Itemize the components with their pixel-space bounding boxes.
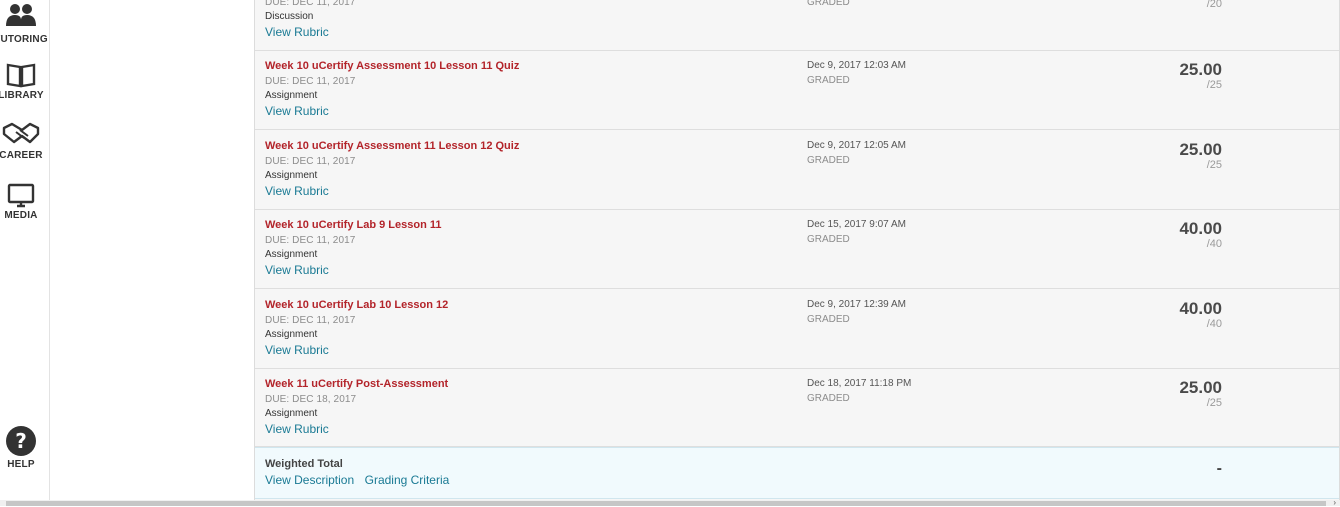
score-value: 40.00 [1179,219,1222,238]
grade-status: GRADED [807,314,850,325]
item-type: Assignment [265,408,318,419]
nav-help[interactable]: ? HELP [0,425,56,470]
assignment-title-link[interactable]: Week 11 uCertify Post-Assessment [265,377,448,391]
handshake-icon [0,120,56,148]
view-rubric-link[interactable]: View Rubric [265,24,329,40]
grade-row: Week 11 uCertify Post-Assessment DUE: DE… [255,369,1339,447]
nav-media[interactable]: MEDIA [0,180,56,221]
nav-library[interactable]: LIBRARY [0,60,56,101]
due-date: DUE: DEC 11, 2017 [265,315,356,326]
view-description-link[interactable]: View Description [265,472,354,488]
left-nav-rail: TUTORING LIBRARY CAREER MEDIA [0,0,50,506]
assignment-title-link[interactable]: Week 10 uCertify Lab 10 Lesson 12 [265,298,448,312]
weighted-total-value: - [1216,460,1222,477]
points-possible: /25 [1206,159,1222,171]
points-possible: /20 [1206,0,1222,10]
item-type: Assignment [265,90,318,101]
view-rubric-link[interactable]: View Rubric [265,103,329,119]
grades-list: DUE: DEC 11, 2017 Discussion View Rubric… [254,0,1340,500]
score-value: 40.00 [1179,299,1222,318]
weighted-total-row: Weighted Total View Description Grading … [255,447,1339,499]
nav-tutoring-label: TUTORING [0,34,48,45]
scroll-right-arrow-icon[interactable]: › [1333,499,1336,507]
view-rubric-link[interactable]: View Rubric [265,262,329,278]
submitted-date: Dec 9, 2017 12:05 AM [807,140,906,151]
item-type: Assignment [265,329,318,340]
view-rubric-link[interactable]: View Rubric [265,183,329,199]
due-date: DUE: DEC 11, 2017 [265,156,356,167]
svg-text:?: ? [15,429,27,453]
question-circle-icon: ? [0,425,56,457]
weighted-total-links: View Description Grading Criteria [265,471,455,489]
grade-row: Week 10 uCertify Lab 10 Lesson 12 DUE: D… [255,289,1339,369]
item-type: Assignment [265,249,318,260]
nav-help-label: HELP [7,459,35,470]
grade-status: GRADED [807,155,850,166]
book-icon [0,60,56,88]
view-rubric-link[interactable]: View Rubric [265,342,329,358]
assignment-title-link[interactable]: Week 10 uCertify Assessment 11 Lesson 12… [265,139,519,153]
grade-status: GRADED [807,0,850,8]
assignment-title-link[interactable]: Week 10 uCertify Assessment 10 Lesson 11… [265,59,519,73]
due-date: DUE: DEC 11, 2017 [265,235,356,246]
people-icon [0,2,56,28]
points-possible: /40 [1206,238,1222,250]
assignment-title-link[interactable]: Week 10 uCertify Lab 9 Lesson 11 [265,218,441,232]
score-value: 25.00 [1179,60,1222,79]
grade-row: Week 10 uCertify Lab 9 Lesson 11 DUE: DE… [255,210,1339,289]
score-value: 25.00 [1179,140,1222,159]
nav-library-label: LIBRARY [0,90,44,101]
points-possible: /25 [1206,397,1222,409]
tv-icon [0,180,56,208]
horizontal-scrollbar[interactable]: › [0,499,1340,507]
submitted-date: Dec 18, 2017 11:18 PM [807,378,912,389]
due-date: DUE: DEC 11, 2017 [265,0,356,8]
score-value: 25.00 [1179,378,1222,397]
grade-status: GRADED [807,393,850,404]
points-possible: /25 [1206,79,1222,91]
scrollbar-thumb[interactable] [6,501,1326,506]
grade-status: GRADED [807,75,850,86]
grade-row: DUE: DEC 11, 2017 Discussion View Rubric… [255,0,1339,51]
submitted-date: Dec 15, 2017 9:07 AM [807,219,906,230]
item-type: Discussion [265,11,314,22]
content-gutter [50,0,254,500]
nav-career-label: CAREER [0,150,43,161]
grading-criteria-link[interactable]: Grading Criteria [365,472,450,488]
due-date: DUE: DEC 18, 2017 [265,394,357,405]
nav-media-label: MEDIA [4,210,38,221]
submitted-date: Dec 9, 2017 12:39 AM [807,299,906,310]
submitted-date: Dec 9, 2017 12:03 AM [807,60,906,71]
nav-career[interactable]: CAREER [0,120,56,161]
grade-row: Week 10 uCertify Assessment 11 Lesson 12… [255,130,1339,210]
grade-row: Week 10 uCertify Assessment 10 Lesson 11… [255,51,1339,130]
weighted-total-label: Weighted Total [265,458,343,470]
view-rubric-link[interactable]: View Rubric [265,421,329,437]
grade-status: GRADED [807,234,850,245]
nav-tutoring[interactable]: TUTORING [0,2,56,45]
due-date: DUE: DEC 11, 2017 [265,76,356,87]
item-type: Assignment [265,170,318,181]
points-possible: /40 [1206,318,1222,330]
